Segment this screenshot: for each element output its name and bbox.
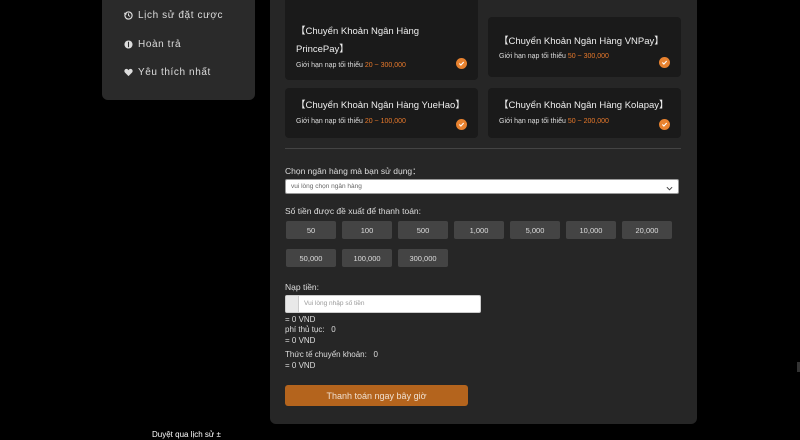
heart-icon bbox=[124, 68, 133, 77]
card-title: 【Chuyển Khoản Ngân Hàng YueHao】 bbox=[296, 100, 465, 111]
card-title-cont: PrincePay】 bbox=[296, 44, 349, 55]
card-limit: Giới hạn nạp tối thiểu 20 ~ 300,000 bbox=[296, 62, 406, 69]
deposit-placeholder: Vui lòng nhập số tiền bbox=[304, 300, 365, 307]
refund-icon bbox=[124, 40, 133, 49]
fee-row: phí thủ tục: 0 bbox=[285, 325, 336, 334]
payment-card-princepay[interactable]: 【Chuyển Khoản Ngân Hàng PrincePay】 Giới … bbox=[285, 0, 478, 80]
card-title: 【Chuyển Khoản Ngân Hàng bbox=[296, 26, 420, 37]
sidebar-item-favorites[interactable]: Yêu thích nhất bbox=[124, 67, 211, 78]
check-icon bbox=[659, 119, 670, 130]
deposit-converted: = 0 VND bbox=[285, 315, 316, 324]
payment-card-kolapay[interactable]: 【Chuyển Khoản Ngân Hàng Kolapay】 Giới hạ… bbox=[488, 88, 681, 138]
deposit-panel: 【Chuyển Khoản Ngân Hàng PrincePay】 Giới … bbox=[270, 0, 697, 424]
card-limit: Giới hạn nạp tối thiểu 50 ~ 300,000 bbox=[499, 53, 609, 60]
amount-button[interactable]: 500 bbox=[398, 221, 448, 239]
check-icon bbox=[456, 119, 467, 130]
card-limit: Giới hạn nạp tối thiểu 20 ~ 100,000 bbox=[296, 118, 406, 125]
sidebar-item-label: Lịch sử đặt cược bbox=[138, 10, 224, 21]
check-icon bbox=[659, 57, 670, 68]
bank-select-placeholder: vui lòng chọn ngân hàng bbox=[291, 183, 362, 190]
payment-card-yuehao[interactable]: 【Chuyển Khoản Ngân Hàng YueHao】 Giới hạn… bbox=[285, 88, 478, 138]
history-icon bbox=[124, 11, 133, 20]
deposit-label: Nạp tiền: bbox=[285, 282, 320, 292]
deposit-amount-input[interactable]: Vui lòng nhập số tiền bbox=[285, 295, 481, 313]
amount-button[interactable]: 10,000 bbox=[566, 221, 616, 239]
amount-button[interactable]: 50 bbox=[286, 221, 336, 239]
bank-select-label: Chọn ngân hàng mà bạn sử dụng： bbox=[285, 166, 421, 176]
fee-converted: = 0 VND bbox=[285, 336, 316, 345]
card-limit: Giới hạn nạp tối thiểu 50 ~ 200,000 bbox=[499, 118, 609, 125]
amount-button[interactable]: 5,000 bbox=[510, 221, 560, 239]
sidebar-item-bet-history[interactable]: Lịch sử đặt cược bbox=[124, 10, 223, 21]
card-title: 【Chuyển Khoản Ngân Hàng Kolapay】 bbox=[499, 100, 669, 111]
payment-card-vnpay[interactable]: 【Chuyển Khoản Ngân Hàng VNPay】 Giới hạn … bbox=[488, 17, 681, 77]
pay-now-button[interactable]: Thanh toán ngay bây giờ bbox=[285, 385, 468, 406]
sidebar-item-refund[interactable]: Hoàn trả bbox=[124, 39, 181, 50]
actual-transfer-row: Thức tế chuyển khoản: 0 bbox=[285, 350, 378, 359]
divider bbox=[285, 148, 681, 149]
sidebar-item-label: Yêu thích nhất bbox=[138, 67, 211, 78]
currency-prefix bbox=[286, 296, 299, 312]
amount-button[interactable]: 100,000 bbox=[342, 249, 392, 267]
suggested-amount-label: Số tiền được đề xuất để thanh toán: bbox=[285, 206, 422, 216]
actual-converted: = 0 VND bbox=[285, 361, 316, 370]
amount-button[interactable]: 1,000 bbox=[454, 221, 504, 239]
amount-button[interactable]: 100 bbox=[342, 221, 392, 239]
card-title: 【Chuyển Khoản Ngân Hàng VNPay】 bbox=[499, 36, 664, 47]
sidebar-item-label: Hoàn trả bbox=[138, 39, 182, 50]
chevron-down-icon bbox=[666, 183, 673, 196]
check-icon bbox=[456, 58, 467, 69]
amount-button[interactable]: 300,000 bbox=[398, 249, 448, 267]
amount-button[interactable]: 20,000 bbox=[622, 221, 672, 239]
bank-select[interactable]: vui lòng chọn ngân hàng bbox=[285, 179, 679, 194]
sidebar: Lịch sử đặt cược Hoàn trả Yêu thích nhất bbox=[102, 0, 255, 100]
amount-button[interactable]: 50,000 bbox=[286, 249, 336, 267]
browse-history-link[interactable]: Duyệt qua lịch sử ± bbox=[152, 430, 221, 439]
